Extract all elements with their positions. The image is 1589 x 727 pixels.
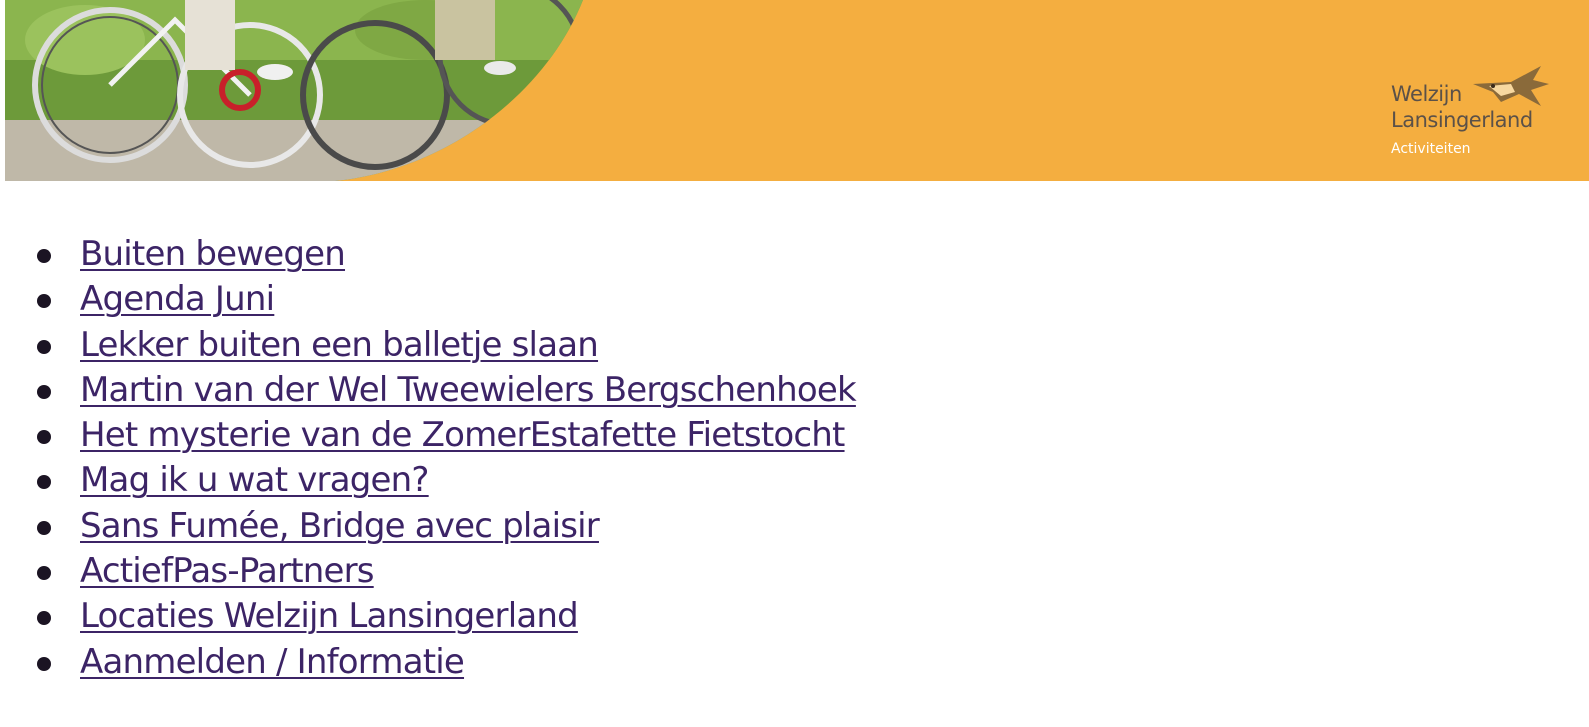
list-item: Sans Fumée, Bridge avec plaisir — [37, 504, 856, 549]
link-sans-fumee[interactable]: Sans Fumée, Bridge avec plaisir — [80, 506, 600, 546]
header-banner: Welzijn Lansingerland Activiteiten — [5, 0, 1589, 181]
list-item: ActiefPas-Partners — [37, 549, 856, 594]
list-item: Martin van der Wel Tweewielers Bergschen… — [37, 368, 857, 413]
link-buiten-bewegen[interactable]: Buiten bewegen — [80, 234, 346, 274]
welzijn-lansingerland-logo: Welzijn Lansingerland Activiteiten — [1391, 62, 1571, 172]
bicycles-photo — [5, 0, 583, 181]
bullet-icon — [37, 520, 51, 535]
bullet-icon — [37, 249, 51, 263]
bullet-icon — [37, 430, 51, 445]
bullet-icon — [37, 566, 51, 581]
list-item: Het mysterie van de ZomerEstafette Fiets… — [37, 413, 856, 458]
list-item: Lekker buiten een balletje slaan — [37, 323, 856, 368]
logo-line-2: Lansingerland — [1391, 108, 1533, 132]
activity-link-list: Buiten bewegen Agenda Juni Lekker buiten… — [0, 232, 857, 685]
bullet-icon — [37, 475, 51, 490]
list-item: Mag ik u wat vragen? — [37, 458, 856, 503]
link-locaties[interactable]: Locaties Welzijn Lansingerland — [80, 596, 579, 636]
bird-icon — [1473, 66, 1549, 106]
link-mag-ik-u-wat-vragen[interactable]: Mag ik u wat vragen? — [80, 460, 429, 500]
link-zomerestafette[interactable]: Het mysterie van de ZomerEstafette Fiets… — [80, 415, 845, 455]
link-actiefpas-partners[interactable]: ActiefPas-Partners — [80, 551, 375, 591]
list-item: Buiten bewegen — [37, 232, 856, 277]
link-agenda-juni[interactable]: Agenda Juni — [80, 279, 275, 319]
link-martin-van-der-wel[interactable]: Martin van der Wel Tweewielers Bergschen… — [80, 370, 857, 410]
link-balletje-slaan[interactable]: Lekker buiten een balletje slaan — [80, 325, 599, 365]
logo-line-3: Activiteiten — [1391, 141, 1471, 157]
link-aanmelden-informatie[interactable]: Aanmelden / Informatie — [80, 642, 465, 682]
bullet-icon — [37, 611, 51, 626]
list-item: Agenda Juni — [37, 277, 856, 322]
bullet-icon — [37, 656, 51, 671]
logo-line-1: Welzijn — [1391, 82, 1462, 106]
bullet-icon — [37, 339, 51, 354]
list-item: Locaties Welzijn Lansingerland — [37, 594, 856, 639]
list-item: Aanmelden / Informatie — [37, 640, 856, 685]
bullet-icon — [37, 384, 51, 399]
bullet-icon — [37, 294, 51, 309]
